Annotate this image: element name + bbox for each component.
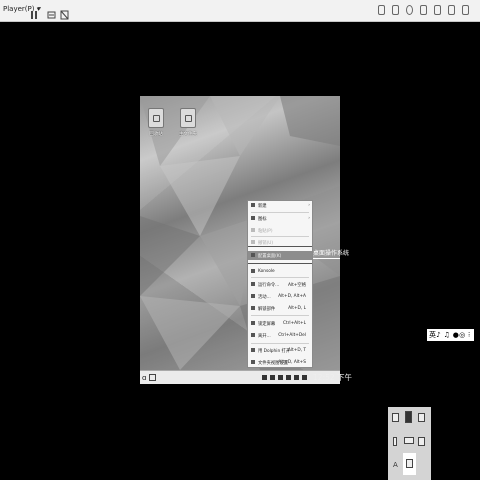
menu-item-shortcut: Alt+D, Alt+A [278,294,306,299]
activities-icon [251,294,255,298]
keyboard-icon[interactable] [404,437,414,444]
menu-separator [248,263,312,264]
unlock-widgets-icon [251,306,255,310]
konsole-icon [251,269,255,273]
battery-tray-icon[interactable] [294,375,299,380]
submenu-arrow-icon: › [308,216,310,221]
paste-icon [251,228,255,232]
trash-icon [148,108,164,128]
menu-separator [248,246,312,247]
settings-icon[interactable] [462,5,469,15]
menu-item-label: 锁定屏幕 [258,322,276,327]
menu-item-label: 图标 [258,217,267,222]
menu-separator [251,277,309,278]
clipboard-tray-icon[interactable] [262,375,267,380]
expand-tray-icon[interactable] [302,375,307,380]
notes-icon[interactable] [405,411,412,423]
send-keys-icon[interactable] [47,5,56,19]
menu-separator [251,236,309,237]
page-icon[interactable] [406,459,413,468]
usb-device-icon[interactable] [378,5,385,15]
menu-item-label: 解锁部件 [258,307,276,312]
leave-icon [251,333,255,337]
run-command-icon [251,282,255,286]
display-icon[interactable] [448,5,455,15]
menu-item-run-command[interactable]: 运行命令... Alt+空格 [248,280,312,289]
menu-item-activities[interactable]: 活动... Alt+D, Alt+A [248,292,312,301]
overflow-label: 桌面操作系统 [313,250,350,257]
menu-item-shortcut: Ctrl+Alt+L [282,321,306,326]
cd-drive-icon[interactable] [406,5,413,15]
menu-item-icons[interactable]: 图标 › [248,214,312,223]
network-tray-icon[interactable] [270,375,275,380]
audio-icon[interactable] [418,437,425,446]
dropdown-arrow-icon[interactable]: ▾ [38,5,47,15]
desktop-icon-label: 回收站 [149,132,163,137]
pen-icon[interactable] [393,437,397,446]
printer-icon[interactable] [392,5,399,15]
menu-item-shortcut: Alt+D, Alt+S [278,360,306,365]
menu-item-new[interactable]: 新建 › [248,201,312,210]
taskbar-clock[interactable]: 12:52 下午 [313,372,352,383]
input-method-status-bar[interactable]: 英♪ ♫ ●◎ ⁝ [427,329,474,341]
floating-tool-panel: A [388,407,431,480]
menu-item-shortcut: Alt+空格 [287,283,306,288]
menu-item-open-with-dolphin[interactable]: 用 Dolphin 打开 Alt+D, T [248,346,312,355]
menu-item-label: 新建 [258,204,267,209]
clipboard-icon[interactable] [392,413,399,422]
desktop-context-menu: 新建 › 图标 › 粘贴(P) 撤销(U) 配置桌面(K) Konsole 运行… [247,200,313,368]
application-launcher-icon[interactable]: ɑ [142,374,146,382]
home-folder-icon [180,108,196,128]
menu-item-label: 离开... [258,334,271,339]
desktop-icon-label: 主文件夹 [179,132,197,137]
lock-screen-icon [251,321,255,325]
menu-item-label: 粘贴(P) [258,229,273,234]
menu-item-konsole[interactable]: Konsole [248,267,312,276]
screenshot-icon[interactable] [418,413,425,422]
icons-icon [251,216,255,220]
menu-separator [251,343,309,344]
menu-item-paste[interactable]: 粘贴(P) [248,226,312,235]
desktop-icon-home[interactable]: 主文件夹 [174,108,202,137]
host-toolbar: Player(P) ▾ ▾ [0,0,480,22]
task-manager-icon[interactable] [149,374,156,381]
folder-view-settings-icon [251,360,255,364]
notification-tray-icon[interactable] [286,375,291,380]
menu-separator [251,212,309,213]
undo-icon [251,240,255,244]
device-status-icons [370,5,480,17]
network-icon[interactable] [420,5,427,15]
menu-item-label: Konsole [258,269,275,274]
menu-item-shortcut: Alt+D, T [287,348,306,353]
fit-guest-icon[interactable] [60,5,69,20]
submenu-arrow-icon: › [308,203,310,208]
guest-desktop[interactable]: 回收站 主文件夹 新建 › 图标 › 粘贴(P) 撤销(U) 配置桌面(K) K… [140,96,340,384]
dolphin-icon [251,348,255,352]
new-icon [251,203,255,207]
desktop-icon-trash[interactable]: 回收站 [142,108,170,137]
menu-item-label: 运行命令... [258,283,280,288]
menu-item-lock-screen[interactable]: 锁定屏幕 Ctrl+Alt+L [248,319,312,328]
menu-item-configure-desktop[interactable]: 配置桌面(K) [248,251,312,260]
configure-desktop-icon [251,253,255,257]
text-tool-icon[interactable]: A [393,461,400,470]
menu-separator [251,315,309,316]
menu-item-label: 活动... [258,295,271,300]
overflow-divider [313,258,340,259]
menu-item-leave[interactable]: 离开... Ctrl+Alt+Del [248,331,312,340]
menu-item-label: 用 Dolphin 打开 [258,349,291,354]
taskbar: ɑ [140,370,340,384]
sound-icon[interactable] [434,5,441,15]
menu-item-shortcut: Ctrl+Alt+Del [278,333,306,338]
menu-item-shortcut: Alt+D, L [288,306,306,311]
menu-item-folder-view-settings[interactable]: 文件夹视图设置 Alt+D, Alt+S [248,358,312,367]
menu-item-label: 配置桌面(K) [258,254,282,259]
menu-item-unlock-widgets[interactable]: 解锁部件 Alt+D, L [248,304,312,313]
volume-tray-icon[interactable] [278,375,283,380]
